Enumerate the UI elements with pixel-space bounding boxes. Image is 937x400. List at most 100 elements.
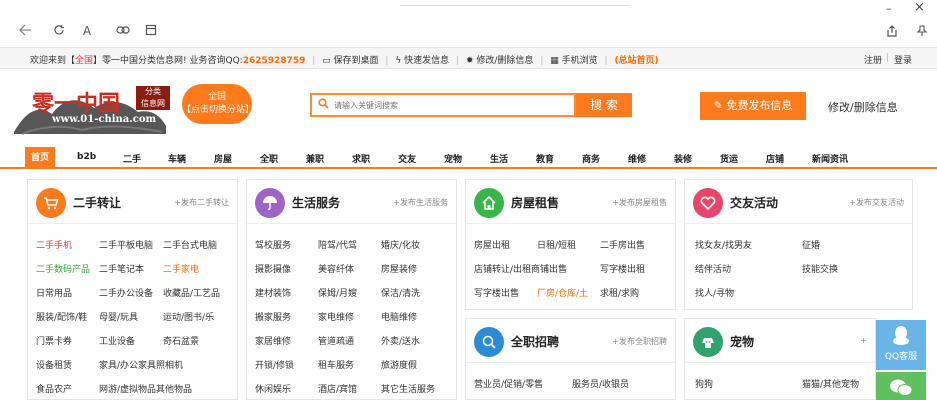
list-item[interactable]: 驾校服务 [255,238,291,251]
font-icon[interactable]: A [78,24,96,38]
list-item[interactable]: 二手台式电脑 [163,238,217,251]
minimize-button[interactable]: – [886,2,892,15]
list-item[interactable]: 家电维修 [318,310,354,323]
list-item[interactable]: 保洁/清洗 [381,286,420,299]
card-title[interactable]: 宠物 [730,333,754,350]
list-item[interactable]: 建材装饰 [255,286,291,299]
card-title[interactable]: 生活服务 [292,194,340,211]
register-link[interactable]: 注册 [864,53,882,66]
back-icon[interactable] [16,24,34,40]
card-title[interactable]: 交友活动 [730,194,778,211]
list-item[interactable]: 服装/配饰/鞋 [36,310,87,323]
list-item[interactable]: 奇石盆景 [163,334,199,347]
list-item[interactable]: 二手办公设备 [99,286,153,299]
city-switch-button[interactable]: 全国 【点击切换分站】 [182,84,254,124]
list-item[interactable]: 酒店/宾馆 [318,382,357,395]
list-item[interactable]: 二手笔记本 [99,262,144,275]
nav-item-repair[interactable]: 维修 [628,152,646,165]
modify-delete-button[interactable]: 修改/删除信息 [828,99,898,115]
list-item[interactable]: 写字楼出售 [474,286,519,299]
publish-button[interactable]: ✎ 免费发布信息 [700,92,806,120]
nav-item-shops[interactable]: 店铺 [766,152,784,165]
list-item[interactable]: 旅游度假 [381,358,417,371]
list-item[interactable]: 开锁/修锁 [255,358,294,371]
link-icon[interactable] [114,24,132,39]
close-button[interactable]: × [914,0,925,15]
refresh-icon[interactable] [50,24,68,40]
list-item[interactable]: 狗狗 [695,377,713,390]
card-post-link[interactable]: +发布二手转让 [174,197,229,208]
card-title[interactable]: 全职招聘 [511,333,559,350]
reader-icon[interactable] [142,24,160,40]
list-item[interactable]: 租车服务 [318,358,354,371]
list-item[interactable]: 美容纤体 [318,262,354,275]
nav-item-b2b[interactable]: b2b [77,152,96,162]
save-desktop-link[interactable]: 保存到桌面 [334,56,379,66]
list-item[interactable]: 求租/求购 [600,286,639,299]
card-post-link[interactable]: +发布生活服务 [393,197,448,208]
search-button[interactable]: 搜 索 [576,93,632,117]
card-title[interactable]: 房屋租售 [511,194,559,211]
list-item[interactable]: 外卖/送水 [381,334,420,347]
list-item[interactable]: 二手房出售 [600,238,645,251]
list-item[interactable]: 家具/办公家具照相机 [99,358,183,371]
nav-item-news[interactable]: 新闻资讯 [812,152,848,165]
list-item[interactable]: 网游/虚拟物品其他物品 [99,382,192,395]
list-item[interactable]: 日常用品 [36,286,72,299]
list-item[interactable]: 房屋装修 [381,262,417,275]
card-title[interactable]: 二手转让 [73,194,121,211]
list-item[interactable]: 写字楼出租 [600,262,645,275]
nav-item-housing[interactable]: 房屋 [214,152,232,165]
list-item[interactable]: 服务员/收银员 [572,377,629,390]
list-item[interactable]: 门票卡券 [36,334,72,347]
list-item[interactable]: 管道疏通 [318,334,354,347]
list-item[interactable]: 找女友/找男友 [695,238,752,251]
nav-item-secondhand[interactable]: 二手 [123,152,141,165]
list-item[interactable]: 店铺转让/出租商铺出售 [474,262,567,275]
nav-item-vehicles[interactable]: 车辆 [168,152,186,165]
list-item[interactable]: 房屋出租 [474,238,510,251]
home-link[interactable]: (总站首页) [614,56,658,66]
current-city[interactable]: 全国 [75,56,93,66]
qq-service-button[interactable]: QQ客服 [876,320,926,370]
card-post-link[interactable]: +发布全职招聘 [612,336,667,347]
list-item[interactable]: 运动/图书/乐 [163,310,214,323]
nav-item-jobseek[interactable]: 求职 [352,152,370,165]
list-item[interactable]: 婚庆/化妆 [381,238,420,251]
mobile-link[interactable]: 手机浏览 [562,56,598,66]
nav-item-education[interactable]: 教育 [536,152,554,165]
list-item[interactable]: 二手数码产品 [36,262,90,275]
share-icon[interactable] [886,25,898,40]
list-item[interactable]: 保姆/月嫂 [318,286,357,299]
nav-item-parttime[interactable]: 兼职 [306,152,324,165]
list-item[interactable]: 二手手机 [36,238,72,251]
list-item[interactable]: 母婴/玩具 [99,310,138,323]
list-item[interactable]: 二手平板电脑 [99,238,153,251]
wechat-button[interactable] [876,372,926,400]
list-item[interactable]: 找人/寻物 [695,286,734,299]
list-item[interactable]: 厂房/仓库/土 [537,286,588,299]
qq-number[interactable]: 2625928759 [243,56,306,66]
list-item[interactable]: 电脑维修 [381,310,417,323]
card-post-link[interactable]: + [860,336,867,345]
list-item[interactable]: 猫猫/其他宠物 [802,377,859,390]
list-item[interactable]: 日租/短租 [537,238,576,251]
site-logo[interactable]: 零一中国 分类 信息网 www.01-china.com [12,82,170,142]
nav-item-dating[interactable]: 交友 [398,152,416,165]
modify-delete-link[interactable]: 修改/删除信息 [476,56,533,66]
nav-item-life[interactable]: 生活 [490,152,508,165]
nav-item-fulltime[interactable]: 全职 [260,152,278,165]
nav-item-business[interactable]: 商务 [582,152,600,165]
list-item[interactable]: 工业设备 [99,334,135,347]
quick-post-link[interactable]: 快速发信息 [404,56,449,66]
list-item[interactable]: 二手家电 [163,262,199,275]
list-item[interactable]: 技能交换 [802,262,838,275]
list-item[interactable]: 搬家服务 [255,310,291,323]
list-item[interactable]: 其它生活服务 [381,382,435,395]
list-item[interactable]: 设备租赁 [36,358,72,371]
list-item[interactable]: 摄影摄像 [255,262,291,275]
card-post-link[interactable]: +发布房屋租售 [612,197,667,208]
login-link[interactable]: 登录 [894,53,912,66]
nav-item-home[interactable]: 首页 [25,147,56,169]
list-item[interactable]: 收藏品/工艺品 [163,286,220,299]
